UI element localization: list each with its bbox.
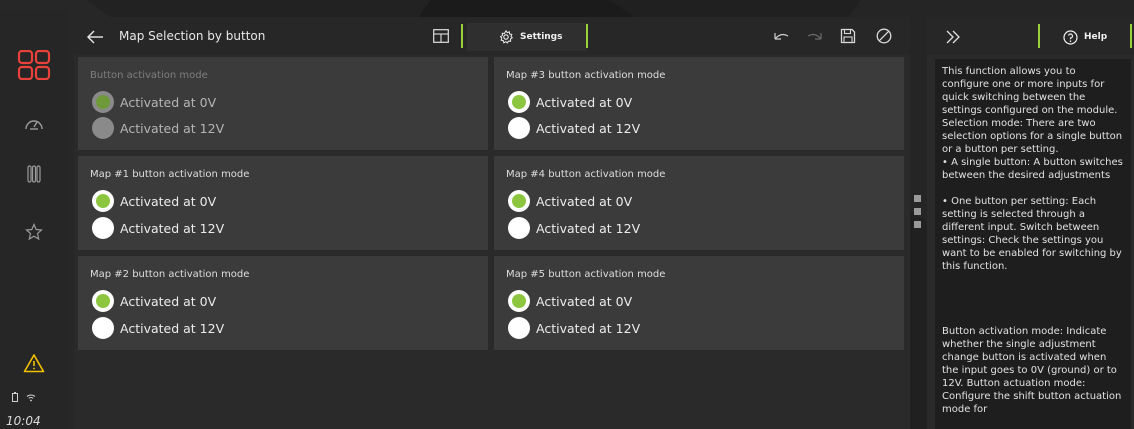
page-dot[interactable] bbox=[914, 221, 921, 228]
card-title: Map #2 button activation mode bbox=[90, 269, 250, 280]
radio-option-12v[interactable]: Activated at 12V bbox=[508, 317, 640, 339]
top-toolbar: Map Selection by button Settings bbox=[74, 17, 910, 55]
tab-settings[interactable]: Settings bbox=[467, 23, 587, 51]
radio-button[interactable] bbox=[508, 190, 530, 212]
cancel-button[interactable] bbox=[873, 26, 895, 46]
radio-option-12v[interactable]: Activated at 12V bbox=[508, 117, 640, 139]
save-button[interactable] bbox=[837, 26, 859, 46]
card-map2-activation-mode: Map #2 button activation mode Activated … bbox=[78, 256, 488, 350]
radio-option-12v[interactable]: Activated at 12V bbox=[92, 217, 224, 239]
save-icon bbox=[840, 28, 856, 44]
help-paragraph: • A single button: A button switches bet… bbox=[942, 157, 1123, 181]
radio-button[interactable] bbox=[508, 290, 530, 312]
tab-divider bbox=[586, 24, 588, 48]
card-button-activation-mode: Button activation mode Activated at 0V A… bbox=[78, 57, 488, 150]
radio-button[interactable] bbox=[508, 91, 530, 113]
main-panel: Map Selection by button Settings Button … bbox=[74, 17, 910, 429]
cancel-icon bbox=[876, 28, 892, 44]
help-panel: Help This function allows you to configu… bbox=[927, 17, 1134, 429]
page-dot[interactable] bbox=[914, 208, 921, 215]
undo-icon bbox=[774, 33, 789, 40]
radio-label: Activated at 0V bbox=[120, 94, 217, 110]
card-title: Button activation mode bbox=[90, 70, 208, 81]
card-title: Map #1 button activation mode bbox=[90, 169, 250, 180]
card-map3-activation-mode: Map #3 button activation mode Activated … bbox=[494, 57, 904, 150]
radio-option-0v[interactable]: Activated at 0V bbox=[92, 91, 216, 113]
help-text: This function allows you to configure on… bbox=[935, 59, 1131, 429]
star-icon[interactable] bbox=[0, 218, 68, 246]
gear-icon bbox=[499, 30, 513, 44]
tab-divider bbox=[1130, 24, 1132, 48]
undo-button[interactable] bbox=[770, 26, 792, 46]
tab-divider bbox=[461, 24, 463, 48]
radio-option-0v[interactable]: Activated at 0V bbox=[508, 290, 632, 312]
battery-icon bbox=[12, 392, 18, 402]
card-title: Map #4 button activation mode bbox=[506, 169, 666, 180]
page-indicator[interactable] bbox=[914, 195, 921, 228]
help-paragraph: This function allows you to configure on… bbox=[942, 66, 1123, 155]
help-circle-icon bbox=[1063, 29, 1078, 45]
radio-button[interactable] bbox=[508, 217, 530, 239]
radio-label: Activated at 12V bbox=[120, 120, 225, 136]
redo-button[interactable] bbox=[804, 26, 826, 46]
table-view-button[interactable] bbox=[430, 26, 452, 46]
help-paragraph: Button activation mode: Indicate whether… bbox=[942, 326, 1122, 415]
radio-label: Activated at 0V bbox=[536, 193, 633, 209]
home-grid-icon[interactable] bbox=[0, 50, 68, 80]
radio-label: Activated at 0V bbox=[536, 293, 633, 309]
bars-icon[interactable] bbox=[0, 160, 68, 188]
help-paragraph: • One button per setting: Each setting i… bbox=[942, 196, 1122, 272]
left-rail: 10:04 bbox=[0, 10, 68, 429]
redo-icon bbox=[807, 33, 822, 40]
status-indicators bbox=[12, 392, 36, 402]
radio-option-12v[interactable]: Activated at 12V bbox=[92, 317, 224, 339]
page-dot[interactable] bbox=[914, 195, 921, 202]
collapse-chevrons-icon bbox=[946, 30, 960, 44]
radio-label: Activated at 12V bbox=[536, 220, 641, 236]
warning-icon[interactable] bbox=[0, 350, 68, 376]
tab-settings-label: Settings bbox=[520, 32, 563, 42]
card-title: Map #3 button activation mode bbox=[506, 70, 666, 81]
radio-label: Activated at 12V bbox=[536, 120, 641, 136]
radio-button[interactable] bbox=[92, 217, 114, 239]
radio-button[interactable] bbox=[92, 91, 114, 113]
radio-label: Activated at 0V bbox=[120, 293, 217, 309]
radio-button[interactable] bbox=[92, 190, 114, 212]
radio-option-0v[interactable]: Activated at 0V bbox=[92, 190, 216, 212]
card-title: Map #5 button activation mode bbox=[506, 269, 666, 280]
card-map1-activation-mode: Map #1 button activation mode Activated … bbox=[78, 156, 488, 250]
radio-option-0v[interactable]: Activated at 0V bbox=[508, 91, 632, 113]
dashboard-gauge-icon[interactable] bbox=[0, 110, 68, 136]
card-map5-activation-mode: Map #5 button activation mode Activated … bbox=[494, 256, 904, 350]
radio-option-12v[interactable]: Activated at 12V bbox=[508, 217, 640, 239]
radio-option-0v[interactable]: Activated at 0V bbox=[92, 290, 216, 312]
wifi-icon bbox=[26, 394, 36, 401]
radio-label: Activated at 0V bbox=[536, 94, 633, 110]
radio-button[interactable] bbox=[92, 317, 114, 339]
table-grid-icon bbox=[433, 29, 449, 43]
tab-help-label: Help bbox=[1084, 32, 1108, 42]
back-button[interactable] bbox=[82, 25, 108, 49]
radio-option-0v[interactable]: Activated at 0V bbox=[508, 190, 632, 212]
back-arrow-icon bbox=[87, 30, 103, 44]
card-map4-activation-mode: Map #4 button activation mode Activated … bbox=[494, 156, 904, 250]
radio-option-12v[interactable]: Activated at 12V bbox=[92, 117, 224, 139]
radio-button[interactable] bbox=[508, 317, 530, 339]
help-toolbar: Help bbox=[927, 17, 1134, 55]
page-title: Map Selection by button bbox=[119, 29, 266, 43]
radio-button[interactable] bbox=[508, 117, 530, 139]
radio-label: Activated at 0V bbox=[120, 193, 217, 209]
tab-help[interactable]: Help bbox=[1041, 23, 1131, 51]
radio-label: Activated at 12V bbox=[536, 320, 641, 336]
radio-label: Activated at 12V bbox=[120, 220, 225, 236]
tab-divider bbox=[1038, 24, 1040, 48]
radio-button[interactable] bbox=[92, 117, 114, 139]
radio-button[interactable] bbox=[92, 290, 114, 312]
clock-time: 10:04 bbox=[6, 414, 41, 428]
radio-label: Activated at 12V bbox=[120, 320, 225, 336]
collapse-panel-button[interactable] bbox=[941, 27, 965, 47]
